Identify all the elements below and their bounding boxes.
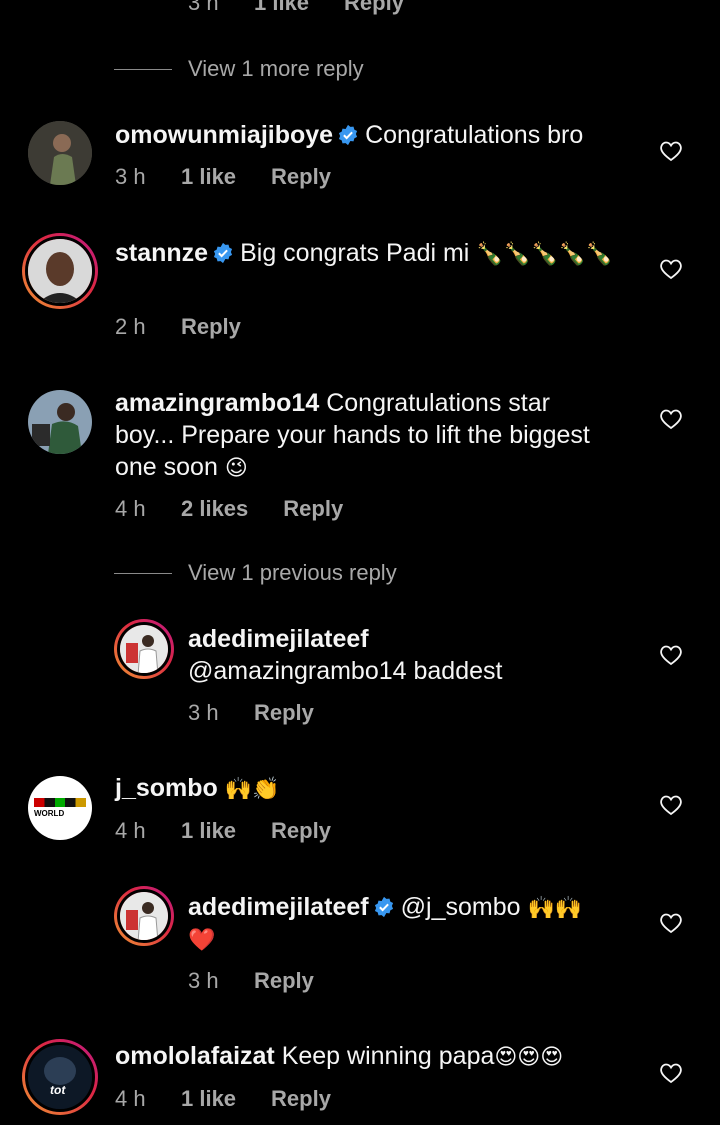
comment-likes[interactable]: 1 like [181,818,236,844]
comment-body: j_sombo 🙌👏 [115,772,280,806]
verified-badge-icon [214,242,233,264]
comment-body: amazingrambo14 Congratulations star boy.… [115,387,645,485]
avatar-logo-text: tot [50,1083,66,1097]
comment-time: 3 h [188,0,219,15]
heart-outline-icon[interactable] [659,140,683,162]
reply-meta: 3 h Reply [188,700,314,726]
comment-text: Congratulations star [326,389,550,417]
reply-button[interactable]: Reply [271,164,331,190]
avatar[interactable] [22,233,98,309]
view-more-replies-label[interactable]: View 1 more reply [188,56,364,82]
username[interactable]: adedimejilateef [188,623,502,655]
comment-time: 4 h [115,1086,146,1111]
divider-line [114,572,172,574]
reply-button[interactable]: Reply [271,818,331,844]
comment-time: 3 h [115,164,146,189]
clap-emoji: 🙌👏 [224,777,280,802]
heart-outline-icon[interactable] [659,1062,683,1084]
reply-text: @amazingrambo14 baddest [188,657,503,685]
avatar-logo-bar [34,798,86,807]
username[interactable]: j_sombo [115,774,218,802]
avatar[interactable] [28,390,92,454]
reply-button[interactable]: Reply [271,1086,331,1112]
comment-text: Keep winning papa [281,1042,495,1070]
divider-line [114,68,172,70]
reply-button[interactable]: Reply [344,0,404,16]
reply-time: 3 h [188,968,219,993]
reply-button[interactable]: Reply [254,700,314,726]
avatar-photo [28,121,92,185]
avatar[interactable] [28,121,92,185]
username[interactable]: amazingrambo14 [115,389,319,417]
comment-meta: 2 h Reply [115,314,241,340]
comment-text: Congratulations bro [365,121,584,149]
comment-likes[interactable]: 2 likes [181,496,248,522]
comment-meta: 4 h 1 like Reply [115,818,331,844]
comment-meta: 3 h 1 like Reply [115,164,331,190]
reply-button[interactable]: Reply [254,968,314,994]
reply-time: 3 h [188,700,219,725]
comment-likes[interactable]: 1 like [181,1086,236,1112]
reply-meta: 3 h Reply [188,968,314,994]
comment-body: omololafaizat Keep winning papa😍😍😍 [115,1040,563,1074]
verified-badge-icon [374,896,393,918]
heart-emoji: ❤️ [188,928,216,953]
comment-body: stannze Big congrats Padi mi 🍾🍾🍾🍾🍾 [115,237,645,271]
comment-body: omowunmiajiboye Congratulations bro [115,119,583,151]
reply-button[interactable]: Reply [181,314,241,340]
bottle-emoji: 🍾🍾🍾🍾🍾 [476,242,614,267]
heart-outline-icon[interactable] [659,794,683,816]
view-previous-replies-label[interactable]: View 1 previous reply [188,560,397,586]
avatar[interactable] [114,619,174,679]
raised-hands-emoji: 🙌🙌 [527,896,583,921]
avatar-logo-text: WORLD [34,809,65,818]
comment-text: one soon [115,453,218,481]
heart-outline-icon[interactable] [659,258,683,280]
username[interactable]: stannze [115,239,208,267]
heart-eyes-emoji: 😍😍😍 [494,1045,564,1070]
avatar[interactable]: tot [22,1039,98,1115]
avatar-photo [28,239,92,303]
heart-outline-icon[interactable] [659,408,683,430]
comment-meta-top: 3 h 1 like Reply [188,0,404,16]
avatar-photo [28,390,92,454]
heart-outline-icon[interactable] [659,912,683,934]
avatar-photo [120,892,168,940]
comment-meta: 4 h 2 likes Reply [115,496,343,522]
username[interactable]: omowunmiajiboye [115,121,333,149]
comment-time: 4 h [115,818,146,843]
comment-meta: 4 h 1 like Reply [115,1086,331,1112]
avatar[interactable] [114,886,174,946]
avatar-photo [120,625,168,673]
wink-emoji: 😉 [224,456,248,481]
view-previous-replies[interactable]: View 1 previous reply [114,560,397,586]
reply-body: adedimejilateef @amazingrambo14 baddest [188,623,502,687]
username[interactable]: omololafaizat [115,1042,275,1070]
comment-time: 4 h [115,496,146,521]
view-more-replies[interactable]: View 1 more reply [114,56,364,82]
comment-time: 2 h [115,314,146,339]
avatar[interactable]: WORLD [28,776,92,840]
mention-link[interactable]: @j_sombo [401,893,521,921]
comment-likes[interactable]: 1 like [254,0,309,16]
username[interactable]: adedimejilateef [188,893,369,921]
heart-outline-icon[interactable] [659,644,683,666]
verified-badge-icon [339,124,358,146]
reply-body: adedimejilateef @j_sombo 🙌🙌 ❤️ [188,891,638,957]
reply-button[interactable]: Reply [283,496,343,522]
comment-likes[interactable]: 1 like [181,164,236,190]
comment-text: boy... Prepare your hands to lift the bi… [115,421,590,449]
comment-text: Big congrats Padi mi [240,239,470,267]
avatar-photo [28,1045,92,1109]
